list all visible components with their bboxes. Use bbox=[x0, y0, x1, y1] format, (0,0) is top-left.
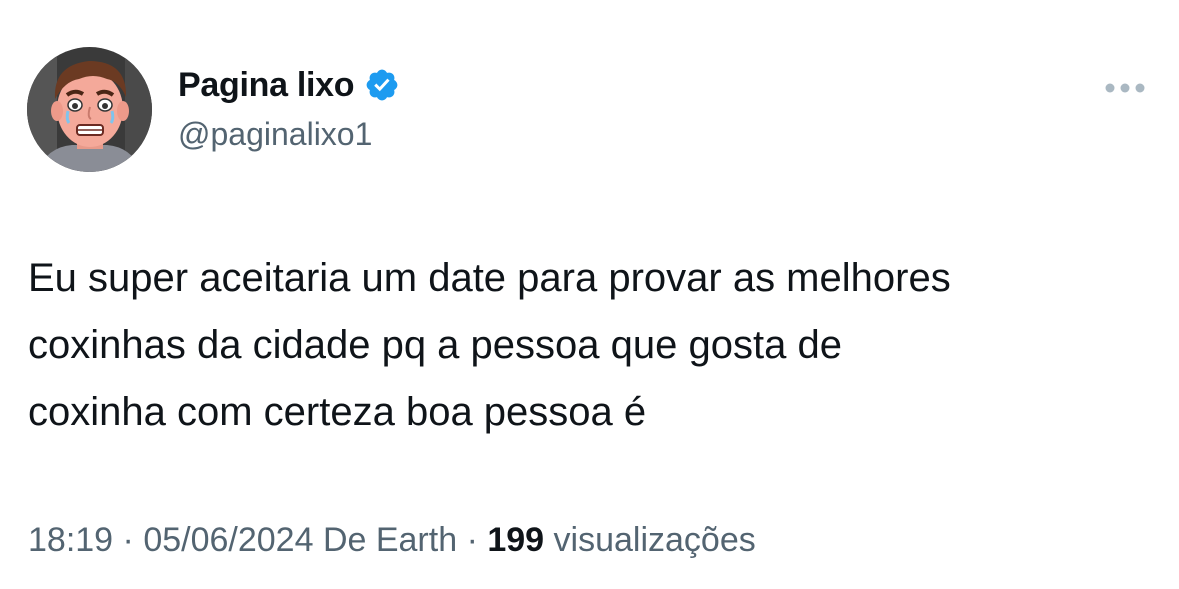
author-name-row: Pagina lixo bbox=[178, 62, 400, 108]
tweet-meta: 18:19 · 05/06/2024 De Earth · 199 visual… bbox=[28, 521, 756, 560]
tweet-time[interactable]: 18:19 bbox=[28, 521, 113, 559]
tweet-date[interactable]: 05/06/2024 bbox=[143, 521, 313, 559]
meta-separator: · bbox=[113, 521, 144, 559]
more-options-icon[interactable] bbox=[1101, 78, 1149, 98]
meta-separator-2: · bbox=[457, 521, 488, 559]
views-label: visualizações bbox=[553, 521, 756, 559]
verified-badge-icon bbox=[364, 67, 400, 103]
views-count[interactable]: 199 bbox=[487, 521, 544, 559]
tweet-card: Pagina lixo @paginalixo1 Eu super aceita… bbox=[0, 0, 1179, 589]
author-display-name[interactable]: Pagina lixo bbox=[178, 66, 355, 105]
cartoon-face-avatar-icon bbox=[27, 47, 152, 172]
tweet-source: De Earth bbox=[322, 521, 458, 559]
avatar[interactable] bbox=[27, 47, 152, 172]
tweet-text: Eu super aceitaria um date para provar a… bbox=[28, 256, 951, 434]
author-handle[interactable]: @paginalixo1 bbox=[178, 116, 372, 153]
